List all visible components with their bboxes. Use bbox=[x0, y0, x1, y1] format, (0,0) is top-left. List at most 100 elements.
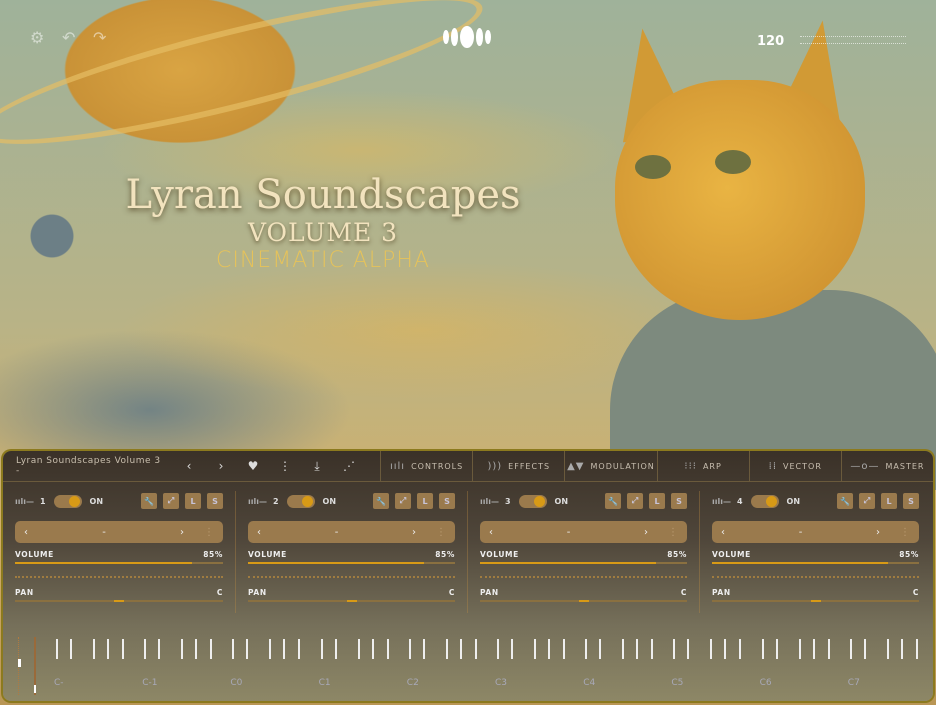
more-icon[interactable]: ⋮ bbox=[269, 451, 301, 481]
bpm-value[interactable]: 120 bbox=[757, 34, 784, 49]
piano-key[interactable] bbox=[599, 639, 602, 659]
pitch-wheel[interactable] bbox=[18, 637, 21, 695]
pan-slider[interactable] bbox=[480, 600, 687, 602]
heart-icon[interactable]: ♥ bbox=[237, 451, 269, 481]
piano-key[interactable] bbox=[651, 639, 654, 659]
piano-key[interactable] bbox=[371, 639, 374, 659]
piano-key[interactable] bbox=[122, 639, 124, 659]
lock-button[interactable]: L bbox=[881, 493, 897, 509]
piano-key[interactable] bbox=[232, 639, 235, 659]
solo-button[interactable]: S bbox=[439, 493, 455, 509]
piano-key[interactable] bbox=[445, 639, 448, 659]
channel-preset-selector[interactable]: ‹ - › ⋮ bbox=[15, 521, 223, 543]
channel-toggle[interactable] bbox=[53, 494, 82, 508]
piano-key[interactable] bbox=[761, 639, 764, 659]
channel-toggle[interactable] bbox=[750, 494, 779, 508]
piano-key[interactable] bbox=[585, 639, 588, 659]
piano-key[interactable] bbox=[422, 639, 425, 659]
piano-key[interactable] bbox=[900, 639, 903, 659]
volume-slider[interactable] bbox=[480, 562, 687, 564]
piano-key[interactable] bbox=[459, 639, 462, 659]
more-icon[interactable]: ⋮ bbox=[668, 527, 678, 538]
channel-preset-selector[interactable]: ‹ - › ⋮ bbox=[480, 521, 687, 543]
volume-slider[interactable] bbox=[712, 562, 919, 564]
pan-slider[interactable] bbox=[248, 600, 455, 602]
piano-key[interactable] bbox=[283, 639, 286, 659]
piano-key[interactable] bbox=[548, 639, 550, 659]
channel-toggle[interactable] bbox=[286, 494, 315, 508]
piano-key[interactable] bbox=[408, 639, 411, 659]
solo-button[interactable]: S bbox=[207, 493, 223, 509]
channel-preset-selector[interactable]: ‹ - › ⋮ bbox=[248, 521, 455, 543]
piano-key[interactable] bbox=[246, 639, 249, 659]
next-preset-icon[interactable]: › bbox=[205, 451, 237, 481]
piano-key[interactable] bbox=[93, 639, 95, 659]
next-icon[interactable]: › bbox=[412, 527, 416, 538]
lock-button[interactable]: L bbox=[649, 493, 665, 509]
randomize-icon[interactable]: ⋰ bbox=[333, 451, 365, 481]
expand-icon[interactable]: ⤢ bbox=[859, 493, 875, 509]
gear-icon[interactable]: ⚙ bbox=[30, 28, 44, 47]
piano-key[interactable] bbox=[334, 639, 337, 659]
tab-vector[interactable]: ⁞⁞ VECTOR bbox=[748, 451, 841, 481]
piano-key[interactable] bbox=[357, 639, 360, 659]
piano-key[interactable] bbox=[269, 639, 272, 659]
volume-slider[interactable] bbox=[248, 562, 455, 564]
lock-button[interactable]: L bbox=[185, 493, 201, 509]
lock-button[interactable]: L bbox=[417, 493, 433, 509]
piano-key[interactable] bbox=[775, 639, 778, 659]
wrench-icon[interactable]: 🔧 bbox=[605, 493, 621, 509]
redo-icon[interactable]: ↷ bbox=[93, 28, 106, 47]
mod-wheel[interactable] bbox=[34, 637, 36, 695]
expand-icon[interactable]: ⤢ bbox=[627, 493, 643, 509]
piano-key[interactable] bbox=[298, 639, 301, 659]
pan-slider[interactable] bbox=[15, 600, 223, 602]
piano-key[interactable] bbox=[710, 639, 713, 659]
piano-key[interactable] bbox=[849, 639, 852, 659]
piano-key[interactable] bbox=[320, 639, 323, 659]
piano-key[interactable] bbox=[158, 639, 161, 659]
volume-slider[interactable] bbox=[15, 562, 223, 564]
piano-key[interactable] bbox=[563, 639, 565, 659]
wrench-icon[interactable]: 🔧 bbox=[373, 493, 389, 509]
piano-key[interactable] bbox=[636, 639, 639, 659]
next-icon[interactable]: › bbox=[876, 527, 880, 538]
piano-key[interactable] bbox=[497, 639, 499, 659]
more-icon[interactable]: ⋮ bbox=[900, 527, 910, 538]
solo-button[interactable]: S bbox=[903, 493, 919, 509]
piano-key[interactable] bbox=[827, 639, 830, 659]
piano-key[interactable] bbox=[724, 639, 727, 659]
piano-key[interactable] bbox=[687, 639, 690, 659]
piano-key[interactable] bbox=[863, 639, 866, 659]
prev-preset-icon[interactable]: ‹ bbox=[173, 451, 205, 481]
piano-key[interactable] bbox=[70, 639, 72, 659]
piano-key[interactable] bbox=[511, 639, 513, 659]
tab-effects[interactable]: ))) EFFECTS bbox=[472, 451, 564, 481]
tab-master[interactable]: —o— MASTER bbox=[840, 451, 933, 481]
tab-controls[interactable]: ıılı CONTROLS bbox=[380, 451, 472, 481]
pan-slider[interactable] bbox=[712, 600, 919, 602]
piano-key[interactable] bbox=[915, 639, 918, 659]
piano-key[interactable] bbox=[886, 639, 889, 659]
piano-key[interactable] bbox=[210, 639, 213, 659]
wrench-icon[interactable]: 🔧 bbox=[837, 493, 853, 509]
tab-arp[interactable]: ⁝⁝⁝ ARP bbox=[656, 451, 749, 481]
piano-key[interactable] bbox=[622, 639, 625, 659]
solo-button[interactable]: S bbox=[671, 493, 687, 509]
piano-key[interactable] bbox=[739, 639, 742, 659]
piano-key[interactable] bbox=[107, 639, 109, 659]
piano-key[interactable] bbox=[798, 639, 801, 659]
next-icon[interactable]: › bbox=[644, 527, 648, 538]
channel-toggle[interactable] bbox=[518, 494, 547, 508]
piano-key[interactable] bbox=[812, 639, 815, 659]
more-icon[interactable]: ⋮ bbox=[436, 527, 446, 538]
channel-preset-selector[interactable]: ‹ - › ⋮ bbox=[712, 521, 919, 543]
expand-icon[interactable]: ⤢ bbox=[163, 493, 179, 509]
piano-key[interactable] bbox=[386, 639, 389, 659]
piano-key[interactable] bbox=[56, 639, 58, 659]
keyboard[interactable]: C- C-1 C0 C1 C2 C3 C4 C5 C6 C7 bbox=[3, 631, 933, 701]
more-icon[interactable]: ⋮ bbox=[204, 527, 214, 538]
piano-key[interactable] bbox=[534, 639, 536, 659]
piano-key[interactable] bbox=[195, 639, 198, 659]
piano-key[interactable] bbox=[144, 639, 147, 659]
